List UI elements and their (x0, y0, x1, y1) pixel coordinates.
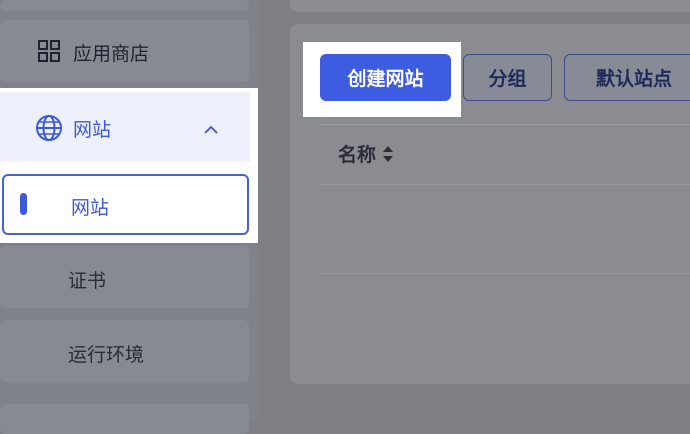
sort-icon[interactable] (382, 145, 394, 163)
chevron-up-icon[interactable] (203, 121, 219, 134)
column-header-name[interactable]: 名称 (338, 140, 394, 167)
default-site-button[interactable]: 默认站点 (564, 54, 690, 101)
sidebar-item-certificate[interactable] (0, 246, 249, 308)
top-panel (290, 0, 690, 12)
sidebar-item-website[interactable] (2, 174, 249, 235)
column-header-name-label: 名称 (338, 144, 377, 166)
sidebar-item-next[interactable] (0, 404, 249, 434)
globe-icon (35, 114, 63, 142)
table-header-divider (320, 184, 690, 185)
grid-icon (38, 40, 60, 62)
sidebar-group-website-label: 网站 (73, 119, 112, 141)
sidebar-item-runtime-label: 运行环境 (68, 344, 145, 366)
table-row-divider (320, 273, 690, 274)
toolbar-divider (320, 124, 690, 125)
create-website-button[interactable]: 创建网站 (320, 54, 451, 101)
sidebar-item-app-store-label: 应用商店 (73, 43, 150, 65)
group-button[interactable]: 分组 (463, 54, 552, 101)
sidebar-item-certificate-label: 证书 (68, 270, 107, 292)
active-indicator (20, 193, 27, 215)
sidebar-card-top (0, 0, 249, 11)
sidebar-item-website-label: 网站 (71, 197, 110, 219)
